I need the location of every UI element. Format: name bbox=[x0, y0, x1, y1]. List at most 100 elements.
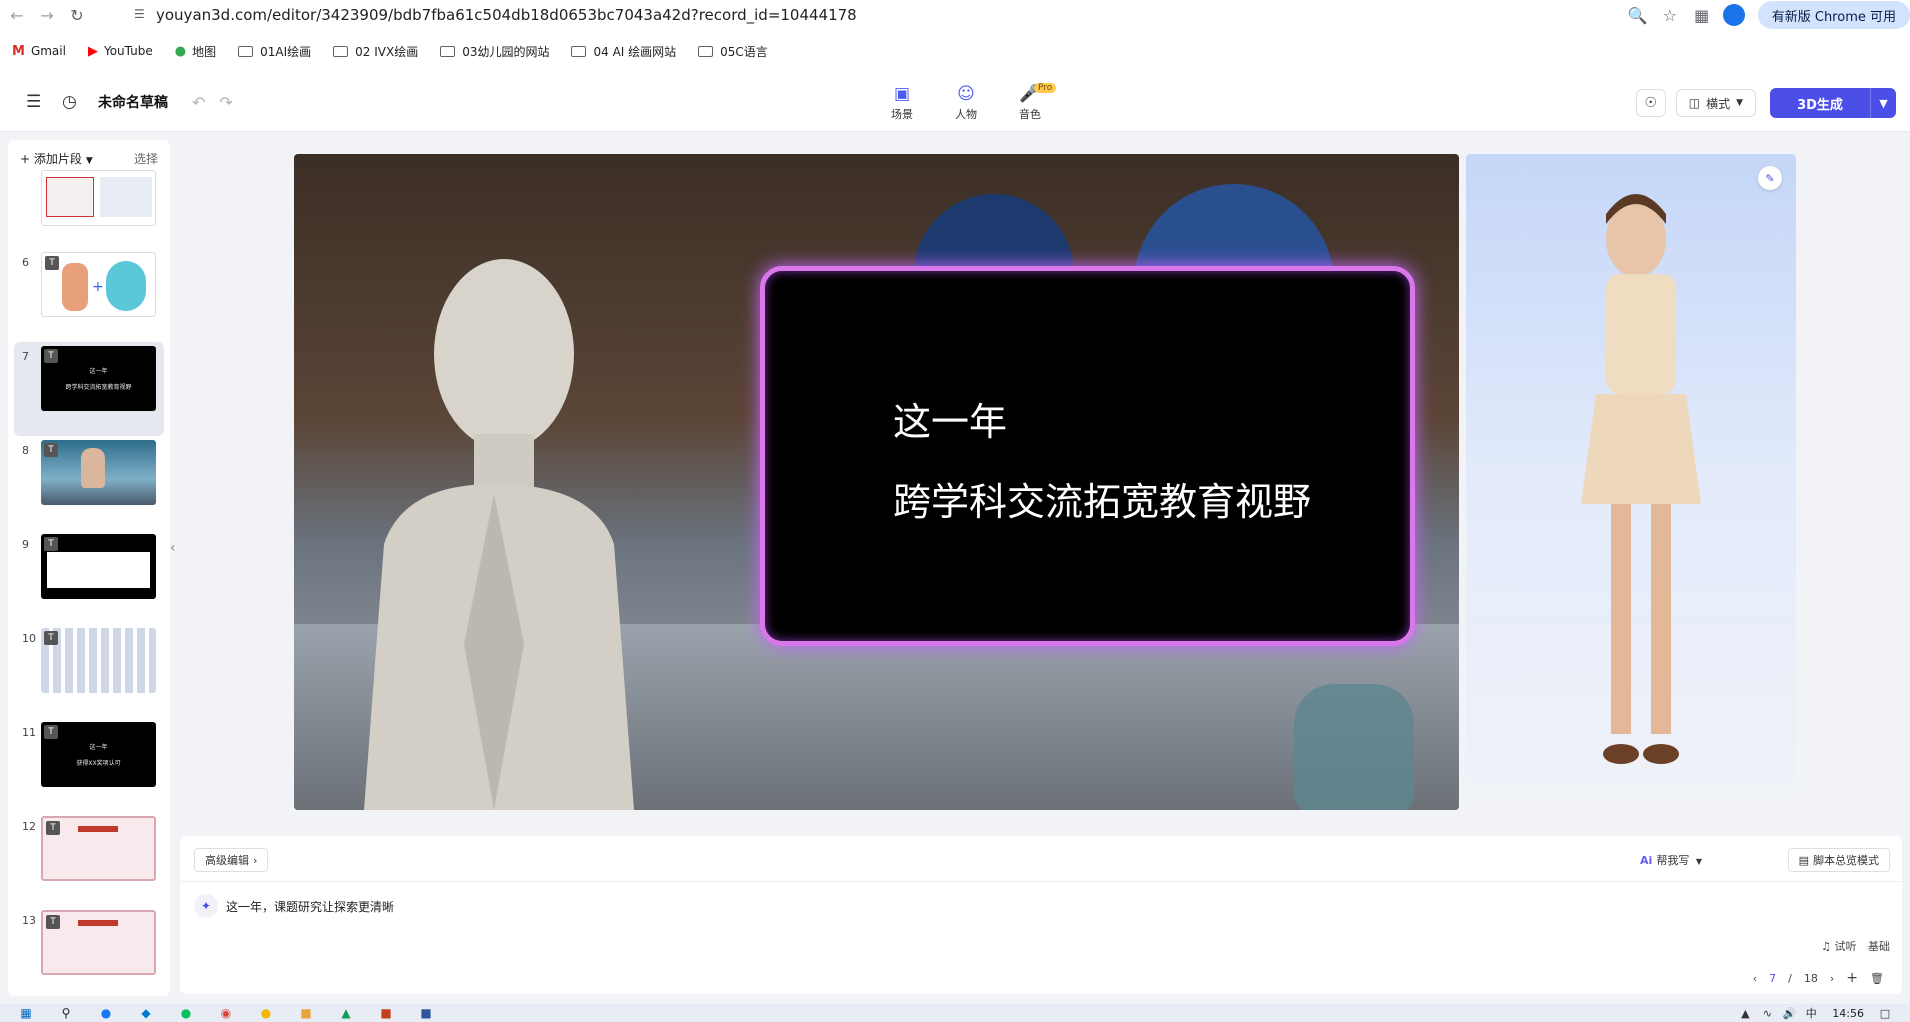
preview-listen-control[interactable]: ♫ 试听 基础 bbox=[1821, 938, 1890, 954]
file-explorer-icon[interactable]: ■ bbox=[292, 1005, 320, 1021]
slide-item[interactable]: 8 T bbox=[8, 436, 170, 530]
tool-person[interactable]: ☺ 人物 bbox=[934, 84, 998, 122]
bookmark-folder-3[interactable]: 03幼儿园的网站 bbox=[440, 43, 549, 60]
tray-icon[interactable]: ▲ bbox=[1734, 1007, 1756, 1020]
bookmark-folder-2[interactable]: 02 IVX绘画 bbox=[333, 43, 418, 60]
windows-start-icon[interactable]: ▦ bbox=[12, 1005, 40, 1021]
reload-icon[interactable]: ↻ bbox=[64, 2, 90, 28]
magic-wand-icon[interactable]: ✦ bbox=[194, 894, 218, 918]
chrome-update-button[interactable]: 有新版 Chrome 可用 bbox=[1757, 1, 1910, 29]
slide-number: 8 bbox=[22, 444, 29, 457]
bookmark-star-icon[interactable]: ☆ bbox=[1654, 1, 1686, 29]
generate-3d-button[interactable]: 3D生成 bbox=[1770, 88, 1870, 118]
vase bbox=[1294, 684, 1414, 810]
editor-toolbar: 高级编辑 › Ai 帮我写 ▼ ▤ 脚本总览模式 bbox=[180, 836, 1902, 882]
forward-icon[interactable]: → bbox=[34, 2, 60, 28]
bookmark-youtube[interactable]: ▶ YouTube bbox=[88, 44, 153, 59]
zoom-icon[interactable]: 🔍 bbox=[1622, 1, 1654, 29]
layout-icon: ◫ bbox=[1688, 96, 1701, 110]
script-text[interactable]: 这一年，课题研究让探索更清晰 bbox=[226, 898, 394, 915]
slide-item[interactable]: 12 T bbox=[8, 812, 170, 906]
slide-thumbnail: T bbox=[41, 816, 156, 881]
help-write-button[interactable]: Ai 帮我写 ▼ bbox=[1640, 852, 1702, 868]
slide-thumbnail: T bbox=[41, 628, 156, 693]
cartoon-figure bbox=[106, 261, 146, 311]
address-row: ← → ↻ ☰ youyan3d.com/editor/3423909/bdb7… bbox=[0, 0, 1910, 30]
site-info-icon[interactable]: ☰ bbox=[134, 7, 150, 23]
back-icon[interactable]: ← bbox=[4, 2, 30, 28]
slide-item-active[interactable]: 7 T 这一年 跨学科交流拓宽教育视野 bbox=[14, 342, 164, 436]
table-preview bbox=[47, 552, 150, 588]
wechat-icon[interactable]: ● bbox=[172, 1005, 200, 1021]
taskbar-app-icon[interactable]: ● bbox=[92, 1005, 120, 1021]
extensions-icon[interactable]: ▦ bbox=[1686, 1, 1718, 29]
next-page-icon[interactable]: › bbox=[1830, 972, 1834, 985]
tool-scene[interactable]: ▣ 场景 bbox=[870, 84, 934, 122]
app-header: ☰ ◷ 未命名草稿 ↶ ↷ ▣ 场景 ☺ 人物 🎤 Pro 音色 ☉ ◫ 横式 … bbox=[0, 76, 1910, 132]
tool-voice[interactable]: 🎤 Pro 音色 bbox=[998, 83, 1062, 122]
delete-slide-icon[interactable]: 🗑 bbox=[1870, 972, 1884, 985]
bookmark-folder-1[interactable]: 01AI绘画 bbox=[238, 43, 311, 60]
prev-page-icon[interactable]: ‹ bbox=[1753, 972, 1757, 985]
bookmark-maps[interactable]: ● 地图 bbox=[175, 43, 216, 60]
list-icon: ▤ bbox=[1798, 853, 1809, 867]
slide-item[interactable]: 6 T + bbox=[8, 248, 170, 342]
scene-icon: ▣ bbox=[893, 84, 911, 104]
chevron-down-icon: ▼ bbox=[1879, 96, 1888, 110]
script-overview-button[interactable]: ▤ 脚本总览模式 bbox=[1787, 848, 1890, 872]
add-slide-icon[interactable]: + bbox=[1846, 970, 1858, 986]
chrome-icon[interactable]: ◉ bbox=[212, 1005, 240, 1021]
text-badge: T bbox=[46, 821, 60, 835]
url-text[interactable]: youyan3d.com/editor/3423909/bdb7fba61c50… bbox=[156, 6, 857, 24]
taskbar-app-icon[interactable]: ▲ bbox=[332, 1005, 360, 1021]
sidebar-collapse-icon[interactable]: ‹ bbox=[170, 540, 176, 556]
slide-item[interactable]: 10 T bbox=[8, 624, 170, 718]
ime-icon[interactable]: 中 bbox=[1800, 1005, 1822, 1021]
redo-icon[interactable]: ↷ bbox=[219, 93, 232, 112]
text-badge: T bbox=[44, 631, 58, 645]
system-tray: ▲ ∿ 🔊 中 14:56 □ bbox=[1734, 1004, 1896, 1022]
folder-icon bbox=[333, 45, 349, 57]
slide-number: 10 bbox=[22, 632, 36, 645]
bookmark-folder-5[interactable]: 05C语言 bbox=[698, 43, 768, 60]
chevron-down-icon: ▼ bbox=[85, 155, 93, 166]
youtube-icon: ▶ bbox=[87, 43, 98, 59]
taskbar-app-icon[interactable]: ● bbox=[252, 1005, 280, 1021]
location-pin-button[interactable]: ☉ bbox=[1635, 89, 1666, 117]
generate-options-button[interactable]: ▼ bbox=[1870, 88, 1896, 118]
draft-title[interactable]: 未命名草稿 bbox=[98, 92, 168, 112]
search-icon[interactable]: ⚲ bbox=[52, 1005, 80, 1021]
orientation-mode-select[interactable]: ◫ 横式 ▼ bbox=[1675, 89, 1756, 117]
notification-icon[interactable]: □ bbox=[1874, 1007, 1896, 1020]
slide-thumbnail bbox=[41, 170, 156, 226]
clock[interactable]: 14:56 bbox=[1832, 1007, 1864, 1020]
edit-character-button[interactable]: ✎ bbox=[1758, 166, 1782, 190]
volume-icon[interactable]: 🔊 bbox=[1778, 1007, 1800, 1020]
voice-level-select[interactable]: 基础 bbox=[1868, 940, 1890, 953]
profile-icon[interactable] bbox=[1718, 1, 1750, 29]
screen-subtitle: 跨学科交流拓宽教育视野 bbox=[893, 480, 1312, 524]
total-pages: 18 bbox=[1803, 971, 1818, 985]
thumbnail-subtitle: 跨学科交流拓宽教育视野 bbox=[65, 384, 132, 391]
history-icon[interactable]: ◷ bbox=[62, 92, 86, 112]
bookmark-folder-4[interactable]: 04 AI 绘画网站 bbox=[571, 43, 676, 60]
undo-icon[interactable]: ↶ bbox=[192, 93, 205, 112]
slide-number: 6 bbox=[22, 256, 29, 269]
slide-item[interactable]: 9 T bbox=[8, 530, 170, 624]
powerpoint-icon[interactable]: ■ bbox=[372, 1005, 400, 1021]
wifi-icon[interactable]: ∿ bbox=[1756, 1007, 1778, 1020]
menu-icon[interactable]: ☰ bbox=[26, 92, 50, 112]
slide-item[interactable]: 11 T 这一年 获得XX奖项认可 bbox=[8, 718, 170, 812]
vscode-icon[interactable]: ◆ bbox=[132, 1005, 160, 1021]
select-button[interactable]: 选择 bbox=[134, 150, 158, 167]
bookmark-gmail[interactable]: M Gmail bbox=[12, 44, 66, 59]
advanced-edit-button[interactable]: 高级编辑 › bbox=[194, 848, 269, 872]
document-preview bbox=[46, 177, 94, 217]
url-bar[interactable]: ☰ youyan3d.com/editor/3423909/bdb7fba61c… bbox=[126, 2, 1656, 28]
word-icon[interactable]: ■ bbox=[412, 1005, 440, 1021]
slide-item[interactable] bbox=[8, 170, 170, 248]
certificate-title-mark bbox=[78, 920, 118, 926]
add-segment-button[interactable]: + 添加片段 ▼ bbox=[20, 150, 93, 167]
current-page: 7 bbox=[1769, 971, 1777, 985]
slide-item[interactable]: 13 T bbox=[8, 906, 170, 996]
